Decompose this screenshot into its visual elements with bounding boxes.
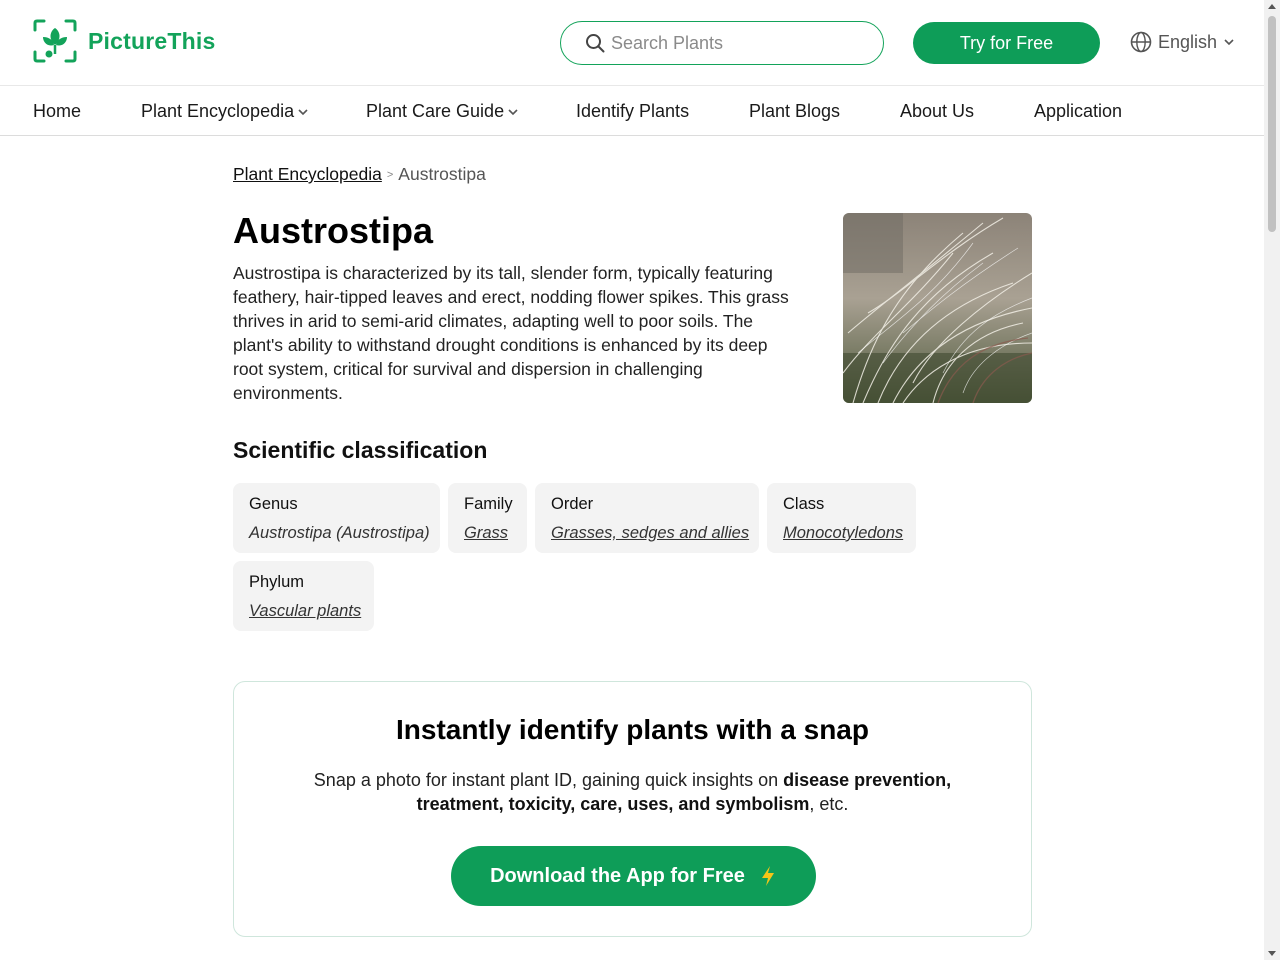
classification-heading: Scientific classification: [233, 437, 488, 463]
language-selector[interactable]: English: [1130, 31, 1235, 53]
nav-item-identify-plants[interactable]: Identify Plants: [576, 101, 689, 122]
chevron-down-icon: [298, 108, 308, 115]
classification-label: Family: [464, 495, 513, 513]
nav-item-application[interactable]: Application: [1034, 101, 1122, 122]
nav-item-label: About Us: [900, 101, 975, 121]
page-title: Austrostipa: [233, 210, 434, 251]
breadcrumb-current: Austrostipa: [398, 164, 486, 184]
scroll-down-arrow-icon[interactable]: [1268, 951, 1276, 956]
nav-item-label: Application: [1034, 101, 1123, 121]
promo-text: Snap a photo for instant plant ID, gaini…: [294, 768, 971, 816]
classification-value: Austrostipa (Austrostipa): [249, 524, 430, 542]
nav-item-label: Identify Plants: [576, 101, 690, 121]
language-label: English: [1158, 31, 1218, 52]
nav-item-label: Home: [33, 101, 82, 121]
classification-label: Genus: [249, 495, 298, 513]
nav-item-plant-encyclopedia[interactable]: Plant Encyclopedia: [141, 101, 309, 122]
classification-link-family[interactable]: Grass: [464, 524, 511, 543]
classification-phylum: Phylum Vascular plants: [233, 561, 374, 631]
brand-logo[interactable]: PictureThis: [32, 18, 215, 64]
nav-item-plant-blogs[interactable]: Plant Blogs: [749, 101, 840, 122]
app-promo-card: Instantly identify plants with a snap Sn…: [233, 681, 1032, 937]
nav-item-plant-care-guide[interactable]: Plant Care Guide: [366, 101, 519, 122]
nav-item-about-us[interactable]: About Us: [900, 101, 974, 122]
picturethis-logo-icon: [33, 19, 77, 63]
breadcrumb-link-plant-encyclopedia[interactable]: Plant Encyclopedia: [233, 164, 382, 185]
classification-genus: Genus Austrostipa (Austrostipa): [233, 483, 440, 553]
plant-description: Austrostipa is characterized by its tall…: [233, 263, 789, 403]
lightning-bolt-icon: [761, 866, 774, 886]
classification-class: Class Monocotyledons: [767, 483, 916, 553]
page-scrollbar[interactable]: [1264, 0, 1280, 960]
site-header: PictureThis Try for Free English: [0, 0, 1264, 86]
nav-item-label: Plant Encyclopedia: [141, 101, 295, 121]
breadcrumb-separator: >: [386, 168, 394, 181]
classification-link-order[interactable]: Grasses, sedges and allies: [551, 524, 749, 543]
search-icon: [586, 34, 605, 53]
nav-item-label: Plant Care Guide: [366, 101, 505, 121]
download-app-button[interactable]: Download the App for Free: [451, 846, 816, 906]
plant-photo: [843, 213, 1032, 403]
globe-icon: [1130, 31, 1152, 53]
chevron-down-icon: [508, 108, 518, 115]
search-box[interactable]: [560, 21, 884, 65]
search-input[interactable]: [611, 32, 851, 54]
nav-item-label: Plant Blogs: [749, 101, 841, 121]
classification-order: Order Grasses, sedges and allies: [535, 483, 759, 553]
classification-link-phylum[interactable]: Vascular plants: [249, 602, 361, 621]
nav-item-home[interactable]: Home: [33, 101, 81, 122]
scrollbar-thumb[interactable]: [1268, 16, 1276, 232]
promo-title: Instantly identify plants with a snap: [396, 714, 869, 745]
scroll-up-arrow-icon[interactable]: [1268, 4, 1276, 9]
classification-label: Class: [783, 495, 825, 513]
classification-label: Order: [551, 495, 594, 513]
promo-text-lead: Snap a photo for instant plant ID, gaini…: [313, 770, 784, 790]
try-for-free-button[interactable]: Try for Free: [913, 22, 1100, 64]
promo-text-tail: , etc.: [809, 794, 849, 814]
brand-name: PictureThis: [88, 27, 216, 54]
main-nav: Home Plant Encyclopedia Plant Care Guide…: [0, 86, 1264, 136]
chevron-down-icon: [1224, 39, 1234, 46]
classification-family: Family Grass: [448, 483, 527, 553]
download-app-label: Download the App for Free: [490, 864, 745, 887]
plant-photo-image: [843, 213, 1032, 403]
classification-link-class[interactable]: Monocotyledons: [783, 524, 903, 543]
breadcrumb: Plant Encyclopedia > Austrostipa: [233, 164, 486, 185]
classification-label: Phylum: [249, 573, 305, 591]
